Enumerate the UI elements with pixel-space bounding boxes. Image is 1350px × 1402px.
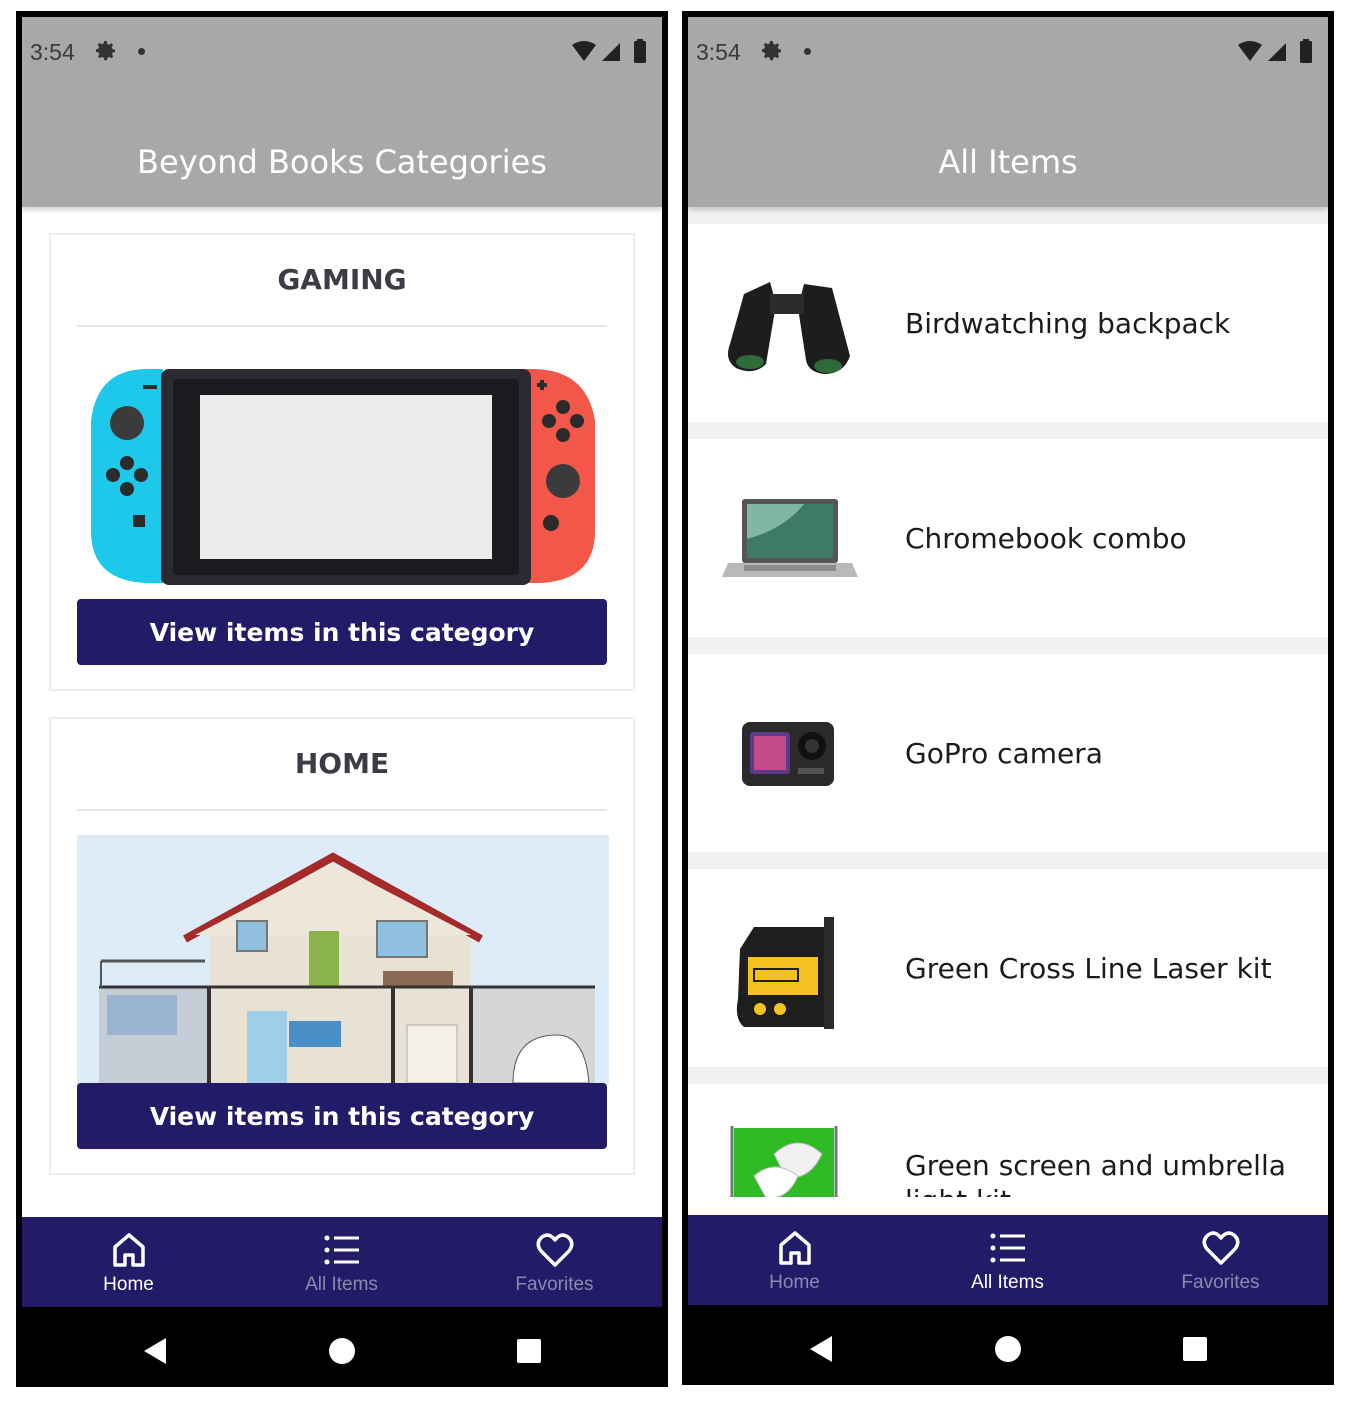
- list-icon: [990, 1233, 1025, 1263]
- signal-battery-icons: [1238, 39, 1312, 63]
- screen-categories: 3:54 Beyond Books Categories GAMING View…: [22, 17, 662, 1381]
- bottom-navigation: Home All Items Favorites: [22, 1217, 662, 1307]
- page-title: Beyond Books Categories: [137, 143, 547, 181]
- item-name: Birdwatching backpack: [905, 306, 1231, 340]
- nav-home[interactable]: Home: [22, 1217, 235, 1307]
- item-name: GoPro camera: [905, 736, 1103, 770]
- categories-list[interactable]: GAMING View items in this category HOME …: [22, 207, 662, 1199]
- nav-favorites[interactable]: Favorites: [448, 1217, 661, 1307]
- home-icon: [778, 1231, 811, 1265]
- item-name: Chromebook combo: [905, 521, 1187, 555]
- nav-label-all-items: All Items: [971, 1272, 1044, 1293]
- category-card-home: HOME View items in this category: [49, 717, 635, 1175]
- nav-label-favorites: Favorites: [1181, 1272, 1260, 1293]
- nav-label-favorites: Favorites: [515, 1274, 594, 1295]
- list-icon: [324, 1235, 359, 1265]
- list-item[interactable]: GoPro camera: [688, 654, 1328, 852]
- bottom-navigation: Home All Items Favorites: [688, 1215, 1328, 1305]
- nav-all-items[interactable]: All Items: [901, 1215, 1114, 1305]
- home-circle-icon[interactable]: [325, 1334, 359, 1368]
- action-camera-image-icon: [742, 722, 834, 786]
- system-navigation-bar: [22, 1307, 662, 1381]
- home-icon: [112, 1233, 145, 1267]
- item-name: Green Cross Line Laser kit: [905, 951, 1272, 985]
- status-bar: 3:54: [688, 17, 1328, 87]
- screen-all-items: 3:54 All Items Birdwatching backpack Chr…: [688, 17, 1328, 1379]
- nav-all-items[interactable]: All Items: [235, 1217, 448, 1307]
- list-separator: [688, 422, 1328, 439]
- nav-favorites[interactable]: Favorites: [1114, 1215, 1327, 1305]
- system-navigation-bar: [688, 1305, 1328, 1379]
- nav-label-home: Home: [103, 1274, 154, 1295]
- view-category-button-gaming[interactable]: View items in this category: [77, 599, 607, 665]
- view-category-button-home[interactable]: View items in this category: [77, 1083, 607, 1149]
- heart-icon: [536, 1233, 573, 1267]
- recents-square-icon[interactable]: [512, 1334, 546, 1368]
- heart-icon: [1202, 1231, 1239, 1265]
- category-title: GAMING: [277, 263, 407, 296]
- item-name: Green screen and umbrella light kit: [905, 1149, 1286, 1197]
- page-title: All Items: [938, 143, 1078, 181]
- status-time: 3:54: [30, 39, 75, 65]
- status-bar: 3:54: [22, 17, 662, 87]
- back-icon[interactable]: [804, 1332, 838, 1366]
- phone-frame-categories: 3:54 Beyond Books Categories GAMING View…: [16, 11, 668, 1387]
- signal-battery-icons: [572, 39, 646, 63]
- game-console-illustration-icon: [91, 369, 595, 585]
- list-separator: [688, 637, 1328, 654]
- binoculars-image-icon: [728, 282, 850, 374]
- list-item[interactable]: Green Cross Line Laser kit: [688, 869, 1328, 1067]
- laser-level-image-icon: [736, 917, 834, 1029]
- notification-dot-icon: [804, 48, 811, 55]
- list-item[interactable]: Chromebook combo: [688, 439, 1328, 637]
- category-title: HOME: [294, 747, 390, 780]
- divider: [77, 325, 607, 327]
- back-icon[interactable]: [138, 1334, 172, 1368]
- list-item[interactable]: Birdwatching backpack: [688, 224, 1328, 422]
- phone-frame-all-items: 3:54 All Items Birdwatching backpack Chr…: [682, 11, 1334, 1385]
- nav-label-all-items: All Items: [305, 1274, 378, 1295]
- list-item[interactable]: Green screen and umbrella light kit: [688, 1084, 1328, 1197]
- notification-dot-icon: [138, 48, 145, 55]
- settings-gear-icon: [762, 41, 781, 61]
- category-card-gaming: GAMING View items in this category: [49, 233, 635, 691]
- laptop-image-icon: [722, 499, 858, 577]
- house-cutaway-illustration-icon: [77, 835, 609, 1085]
- divider: [77, 809, 607, 811]
- list-separator: [688, 852, 1328, 869]
- recents-square-icon[interactable]: [1178, 1332, 1212, 1366]
- nav-label-home: Home: [769, 1272, 820, 1293]
- green-screen-image-icon: [730, 1126, 838, 1197]
- app-header: All Items: [688, 87, 1328, 207]
- items-list[interactable]: Birdwatching backpack Chromebook combo G…: [688, 207, 1328, 1197]
- nav-home[interactable]: Home: [688, 1215, 901, 1305]
- home-circle-icon[interactable]: [991, 1332, 1025, 1366]
- settings-gear-icon: [96, 41, 115, 61]
- app-header: Beyond Books Categories: [22, 87, 662, 207]
- list-separator: [688, 1067, 1328, 1084]
- status-time: 3:54: [696, 39, 741, 65]
